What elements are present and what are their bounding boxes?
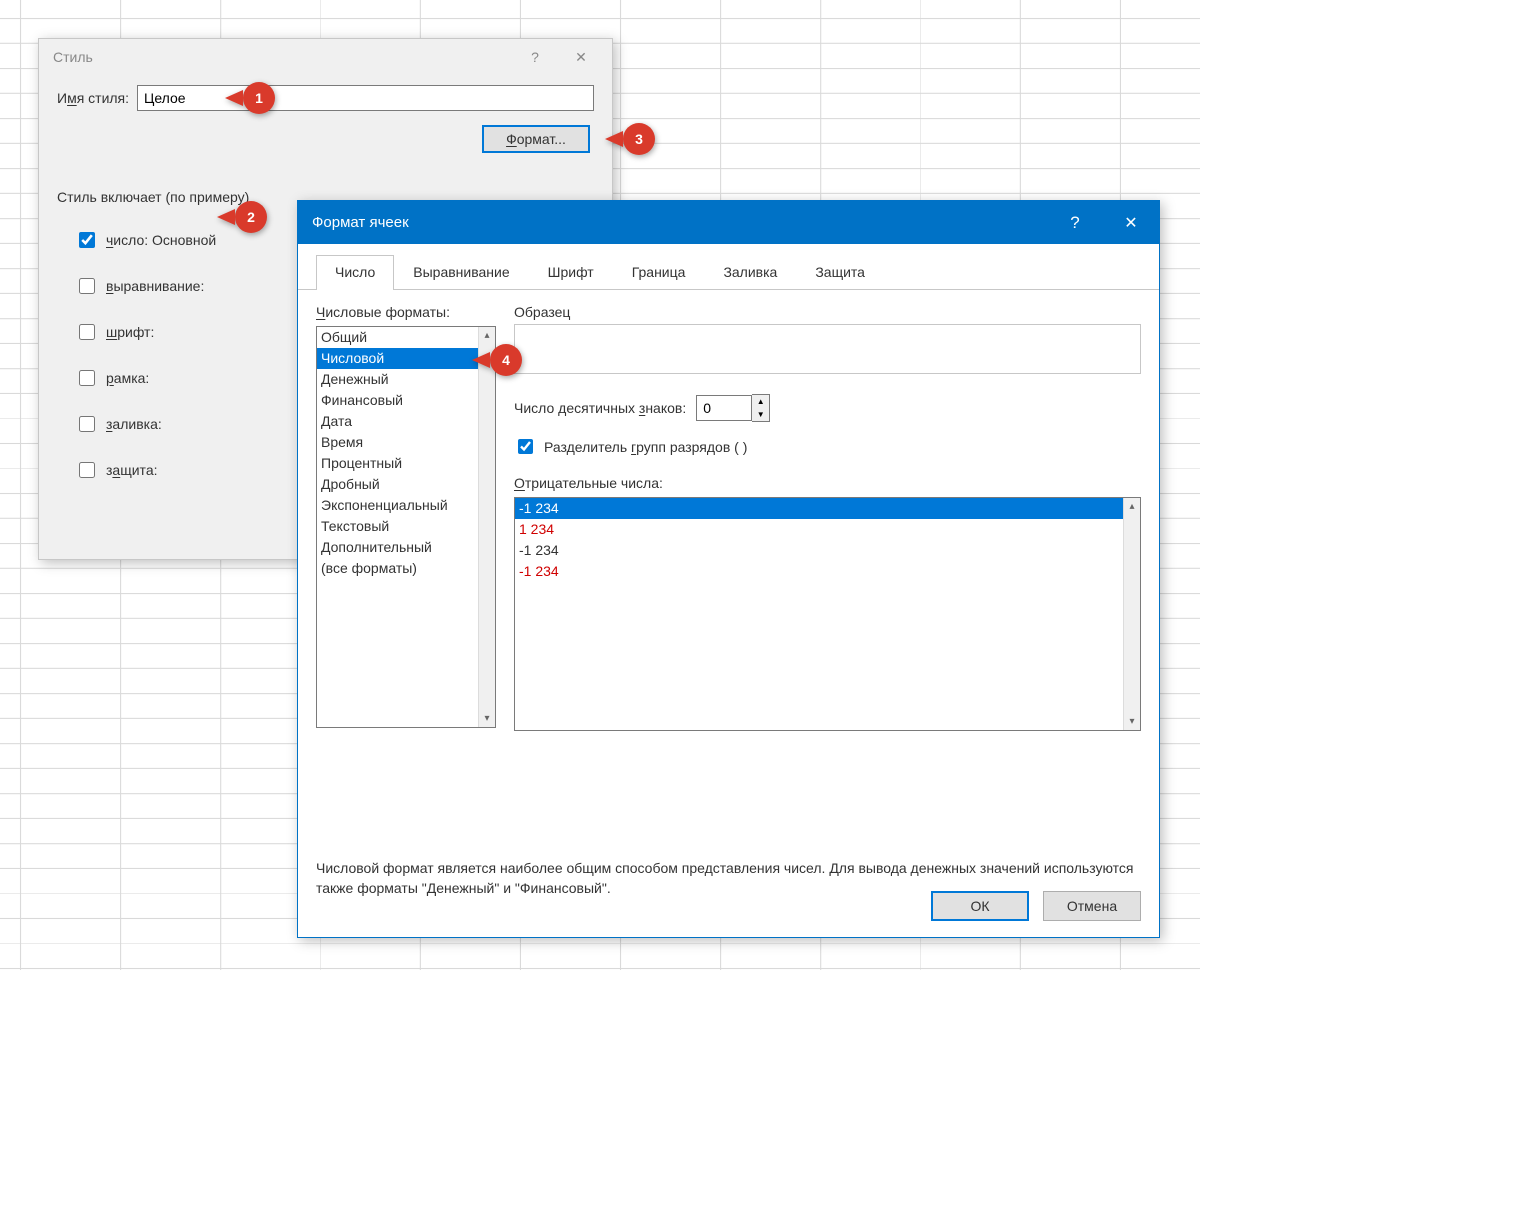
format-tabs: ЧислоВыравниваниеШрифтГраницаЗаливкаЗащи… [298, 244, 1159, 290]
tab-число[interactable]: Число [316, 255, 394, 290]
close-icon[interactable]: ✕ [558, 42, 604, 72]
thousands-separator-checkbox[interactable] [518, 439, 533, 454]
tab-шрифт[interactable]: Шрифт [529, 255, 613, 290]
category-item[interactable]: Дополнительный [317, 537, 495, 558]
tab-заливка[interactable]: Заливка [704, 255, 796, 290]
style-include-checkbox[interactable] [79, 462, 95, 478]
category-item[interactable]: Финансовый [317, 390, 495, 411]
sample-box [514, 324, 1141, 374]
style-include-label: заливка: [106, 416, 162, 432]
style-include-checkbox[interactable] [79, 416, 95, 432]
decimal-places-input[interactable] [696, 395, 752, 421]
negative-item[interactable]: -1 234 [515, 561, 1140, 582]
format-button[interactable]: Формат... [482, 125, 590, 153]
callout-1: 1 [225, 82, 275, 114]
style-titlebar[interactable]: Стиль ? ✕ [39, 39, 612, 75]
tab-граница[interactable]: Граница [613, 255, 705, 290]
format-cells-dialog: Формат ячеек ? ✕ ЧислоВыравниваниеШрифтГ… [297, 200, 1160, 938]
style-name-input[interactable] [137, 85, 594, 111]
category-item[interactable]: Денежный [317, 369, 495, 390]
category-item[interactable]: Общий [317, 327, 495, 348]
cancel-button[interactable]: Отмена [1043, 891, 1141, 921]
category-item[interactable]: Текстовый [317, 516, 495, 537]
tab-выравнивание[interactable]: Выравнивание [394, 255, 528, 290]
callout-4: 4 [472, 344, 522, 376]
scroll-up-icon[interactable]: ▴ [479, 327, 495, 344]
style-include-checkbox[interactable] [79, 278, 95, 294]
scroll-down-icon[interactable]: ▾ [479, 710, 495, 727]
category-item[interactable]: Время [317, 432, 495, 453]
ok-button[interactable]: ОК [931, 891, 1029, 921]
negative-numbers-label: Отрицательные числа: [514, 475, 1141, 491]
negative-item[interactable]: -1 234 [515, 540, 1140, 561]
tab-защита[interactable]: Защита [796, 255, 884, 290]
format-title: Формат ячеек [312, 214, 1047, 231]
style-include-checkbox[interactable] [79, 232, 95, 248]
style-include-label: число: Основной [106, 232, 216, 248]
style-title: Стиль [53, 49, 512, 65]
decimal-places-label: Число десятичных знаков: [514, 400, 686, 416]
scrollbar[interactable]: ▴ ▾ [478, 327, 495, 727]
scroll-up-icon[interactable]: ▴ [1124, 498, 1140, 515]
help-icon[interactable]: ? [1047, 201, 1103, 244]
thousands-separator-label[interactable]: Разделитель групп разрядов ( ) [544, 439, 747, 455]
category-list[interactable]: ОбщийЧисловойДенежныйФинансовыйДатаВремя… [316, 326, 496, 728]
sample-label: Образец [514, 304, 1141, 320]
category-item[interactable]: Дата [317, 411, 495, 432]
spinner-down-icon[interactable]: ▼ [752, 408, 769, 421]
style-include-checkbox[interactable] [79, 324, 95, 340]
category-item[interactable]: Процентный [317, 453, 495, 474]
scrollbar[interactable]: ▴ ▾ [1123, 498, 1140, 730]
category-item[interactable]: Экспоненциальный [317, 495, 495, 516]
style-include-label: выравнивание: [106, 278, 204, 294]
style-include-label: защита: [106, 462, 158, 478]
format-titlebar[interactable]: Формат ячеек ? ✕ [298, 201, 1159, 244]
style-include-label: рамка: [106, 370, 149, 386]
category-item[interactable]: Дробный [317, 474, 495, 495]
callout-3: 3 [605, 123, 655, 155]
negative-numbers-list[interactable]: -1 2341 234-1 234-1 234 ▴ ▾ [514, 497, 1141, 731]
category-label: Числовые форматы: [316, 304, 496, 320]
callout-2: 2 [217, 201, 267, 233]
decimal-places-spinner[interactable]: ▲ ▼ [696, 394, 770, 422]
spinner-up-icon[interactable]: ▲ [752, 395, 769, 408]
help-icon[interactable]: ? [512, 42, 558, 72]
negative-item[interactable]: -1 234 [515, 498, 1140, 519]
style-name-label: Имя стиля: [57, 90, 137, 106]
category-item[interactable]: (все форматы) [317, 558, 495, 579]
style-include-checkbox[interactable] [79, 370, 95, 386]
category-item[interactable]: Числовой [317, 348, 495, 369]
style-include-label: шрифт: [106, 324, 154, 340]
negative-item[interactable]: 1 234 [515, 519, 1140, 540]
scroll-down-icon[interactable]: ▾ [1124, 713, 1140, 730]
close-icon[interactable]: ✕ [1103, 201, 1159, 244]
